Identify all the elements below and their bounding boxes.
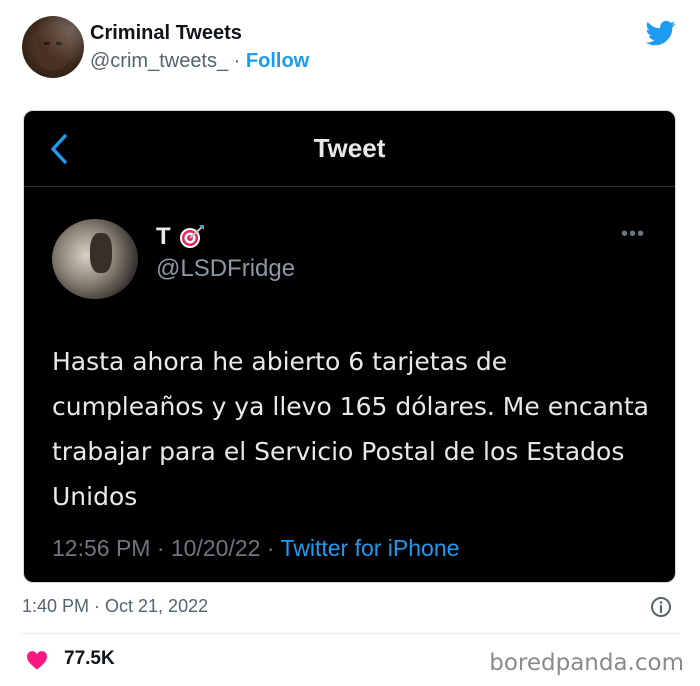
- inner-author-name[interactable]: T: [156, 223, 171, 251]
- separator: ·: [228, 50, 246, 72]
- target-emoji-icon: [179, 225, 204, 248]
- tweet-timestamp: 12:56 PM · 10/20/22 ·: [52, 535, 281, 561]
- author-avatar[interactable]: [22, 16, 84, 78]
- author-handle-row: @crim_tweets_ · Follow: [90, 50, 309, 73]
- inner-author-name-row: T: [156, 223, 205, 251]
- divider: [22, 633, 680, 634]
- like-count[interactable]: 77.5K: [64, 648, 115, 670]
- card-nav-bar: Tweet: [24, 111, 675, 187]
- tweet-meta: 12:56 PM · 10/20/22 · Twitter for iPhone: [52, 535, 459, 562]
- inner-author-avatar[interactable]: [52, 219, 138, 299]
- embed-header: Criminal Tweets @crim_tweets_ · Follow: [22, 16, 680, 80]
- tweet-text: Hasta ahora he abierto 6 tarjetas de cum…: [52, 347, 649, 511]
- watermark: boredpanda.com: [489, 650, 684, 676]
- follow-button[interactable]: Follow: [246, 50, 309, 72]
- info-icon[interactable]: [650, 596, 672, 618]
- twitter-bird-icon[interactable]: [644, 18, 678, 48]
- heart-icon[interactable]: [26, 650, 48, 670]
- tweet-screenshot-card: Tweet T @LSDFridge ••• Hasta ahora he ab…: [23, 110, 676, 583]
- tweet-source-link[interactable]: Twitter for iPhone: [280, 535, 459, 561]
- inner-author-handle[interactable]: @LSDFridge: [156, 255, 295, 283]
- author-handle[interactable]: @crim_tweets_: [90, 50, 228, 72]
- card-title: Tweet: [313, 133, 386, 163]
- more-dots-icon[interactable]: •••: [621, 223, 645, 246]
- author-name[interactable]: Criminal Tweets: [90, 22, 242, 45]
- embed-timestamp[interactable]: 1:40 PM · Oct 21, 2022: [22, 596, 208, 617]
